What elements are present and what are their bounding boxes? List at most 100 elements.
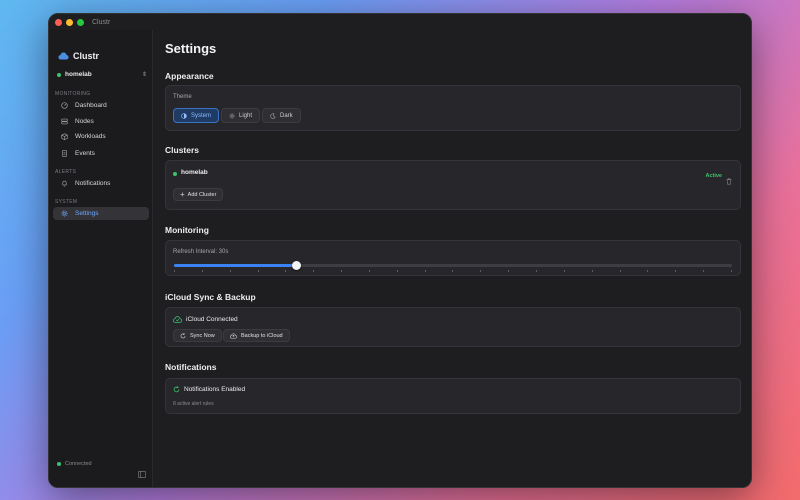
slider-tick <box>452 270 454 272</box>
brand: Clustr <box>58 47 99 65</box>
notifications-title: Notifications <box>165 362 217 372</box>
slider-tick <box>368 270 370 272</box>
monitoring-card: Refresh Interval: 30s <box>165 240 741 276</box>
cluster-name: homelab <box>181 169 208 176</box>
icloud-status: iCloud Connected <box>173 316 238 323</box>
sidebar-item-workloads[interactable]: Workloads <box>53 130 149 143</box>
slider-tick <box>591 270 593 272</box>
slider-tick <box>229 270 231 272</box>
notifications-card: Notifications Enabled 8 active alert rul… <box>165 378 741 414</box>
sidebar-item-settings[interactable]: Settings <box>53 207 149 220</box>
clusters-card: homelab Active + Add Cluster <box>165 160 741 210</box>
section-label-alerts: ALERTS <box>55 169 77 175</box>
sidebar-item-nodes[interactable]: Nodes <box>53 115 149 128</box>
sidebar-item-label: Settings <box>75 210 99 217</box>
notifications-status: Notifications Enabled <box>173 386 245 393</box>
slider-tick <box>730 270 732 272</box>
trash-icon[interactable] <box>726 172 732 190</box>
minimize-window-button[interactable] <box>66 18 73 26</box>
document-icon <box>62 150 67 157</box>
refresh-icon <box>173 386 180 393</box>
sidebar-toggle-icon[interactable] <box>138 465 146 483</box>
status-badge: Active <box>705 173 722 179</box>
cloud-upload-icon <box>230 332 237 339</box>
slider-tick <box>647 270 649 272</box>
slider-tick <box>563 270 565 272</box>
cloud-check-icon <box>173 316 182 323</box>
appearance-card: Theme System Light Dark <box>165 85 741 131</box>
sidebar-item-dashboard[interactable]: Dashboard <box>53 99 149 112</box>
theme-option-system[interactable]: System <box>173 108 220 123</box>
theme-option-label: Light <box>239 112 253 119</box>
refresh-interval-slider[interactable] <box>174 261 732 270</box>
clusters-title: Clusters <box>165 145 200 155</box>
slider-tick <box>508 270 510 272</box>
slider-fill <box>174 264 297 267</box>
slider-tick <box>313 270 315 272</box>
sidebar-item-label: Nodes <box>75 118 94 125</box>
slider-tick <box>480 270 482 272</box>
bell-icon <box>62 180 67 187</box>
cluster-row-homelab[interactable]: homelab <box>173 169 208 176</box>
slider-tick <box>424 270 426 272</box>
slider-tick <box>257 270 259 272</box>
sidebar-item-notifications[interactable]: Notifications <box>53 177 149 190</box>
refresh-interval-label: Refresh Interval: 30s <box>173 249 229 255</box>
slider-tick <box>703 270 705 272</box>
slider-ticks <box>174 270 732 272</box>
backup-icloud-label: Backup to iCloud <box>241 332 283 339</box>
half-circle-icon <box>181 112 187 119</box>
connection-status: Connected <box>57 461 92 467</box>
icloud-status-label: iCloud Connected <box>186 316 238 323</box>
sidebar-item-label: Notifications <box>75 180 111 187</box>
slider-thumb[interactable] <box>292 261 302 270</box>
slider-tick <box>285 270 287 272</box>
app-window: Clustr Clustr homelab ⇕ MONITORING Dashb… <box>48 13 752 488</box>
theme-option-dark[interactable]: Dark <box>262 108 301 123</box>
gear-icon <box>61 210 68 217</box>
cube-icon <box>61 133 68 140</box>
page-title: Settings <box>165 41 217 56</box>
theme-option-label: Dark <box>280 112 293 119</box>
sidebar-item-label: Dashboard <box>75 102 107 109</box>
section-label-monitoring: MONITORING <box>55 91 91 97</box>
alert-rules-count: 8 active alert rules <box>173 401 214 407</box>
add-cluster-label: Add Cluster <box>187 191 217 198</box>
sidebar-item-label: Events <box>75 150 95 157</box>
cluster-selector-value: homelab <box>65 71 92 78</box>
backup-icloud-button[interactable]: Backup to iCloud <box>223 329 290 342</box>
sync-now-label: Sync Now <box>190 332 215 339</box>
connection-status-label: Connected <box>65 461 92 467</box>
slider-tick <box>341 270 343 272</box>
slider-tick <box>174 270 175 272</box>
sidebar-item-label: Workloads <box>75 133 106 140</box>
zoom-window-button[interactable] <box>77 18 84 26</box>
slider-tick <box>201 270 203 272</box>
add-cluster-button[interactable]: + Add Cluster <box>173 188 224 201</box>
section-label-system: SYSTEM <box>55 199 78 205</box>
slider-tick <box>535 270 537 272</box>
moon-icon <box>270 113 276 119</box>
close-window-button[interactable] <box>55 18 62 26</box>
cluster-status-dot <box>57 72 61 77</box>
theme-option-light[interactable]: Light <box>221 108 261 123</box>
server-icon <box>61 118 68 125</box>
sun-icon <box>229 112 235 119</box>
appearance-title: Appearance <box>165 71 214 81</box>
refresh-icon <box>180 332 186 338</box>
icloud-title: iCloud Sync & Backup <box>165 292 256 302</box>
cloud-logo-icon <box>58 47 69 65</box>
sidebar-item-events[interactable]: Events <box>53 147 149 160</box>
theme-option-label: System <box>191 112 212 119</box>
brand-name: Clustr <box>73 51 100 61</box>
sync-now-button[interactable]: Sync Now <box>173 329 222 342</box>
slider-tick <box>619 270 621 272</box>
slider-tick <box>396 270 398 272</box>
notifications-status-label: Notifications Enabled <box>184 386 246 393</box>
plus-icon: + <box>180 190 185 199</box>
cluster-status-dot <box>173 172 177 176</box>
theme-label: Theme <box>173 94 192 100</box>
window-title: Clustr <box>92 18 111 26</box>
icloud-card: iCloud Connected Sync Now Backup to iClo… <box>165 307 741 347</box>
cluster-selector[interactable]: homelab ⇕ <box>57 71 147 78</box>
